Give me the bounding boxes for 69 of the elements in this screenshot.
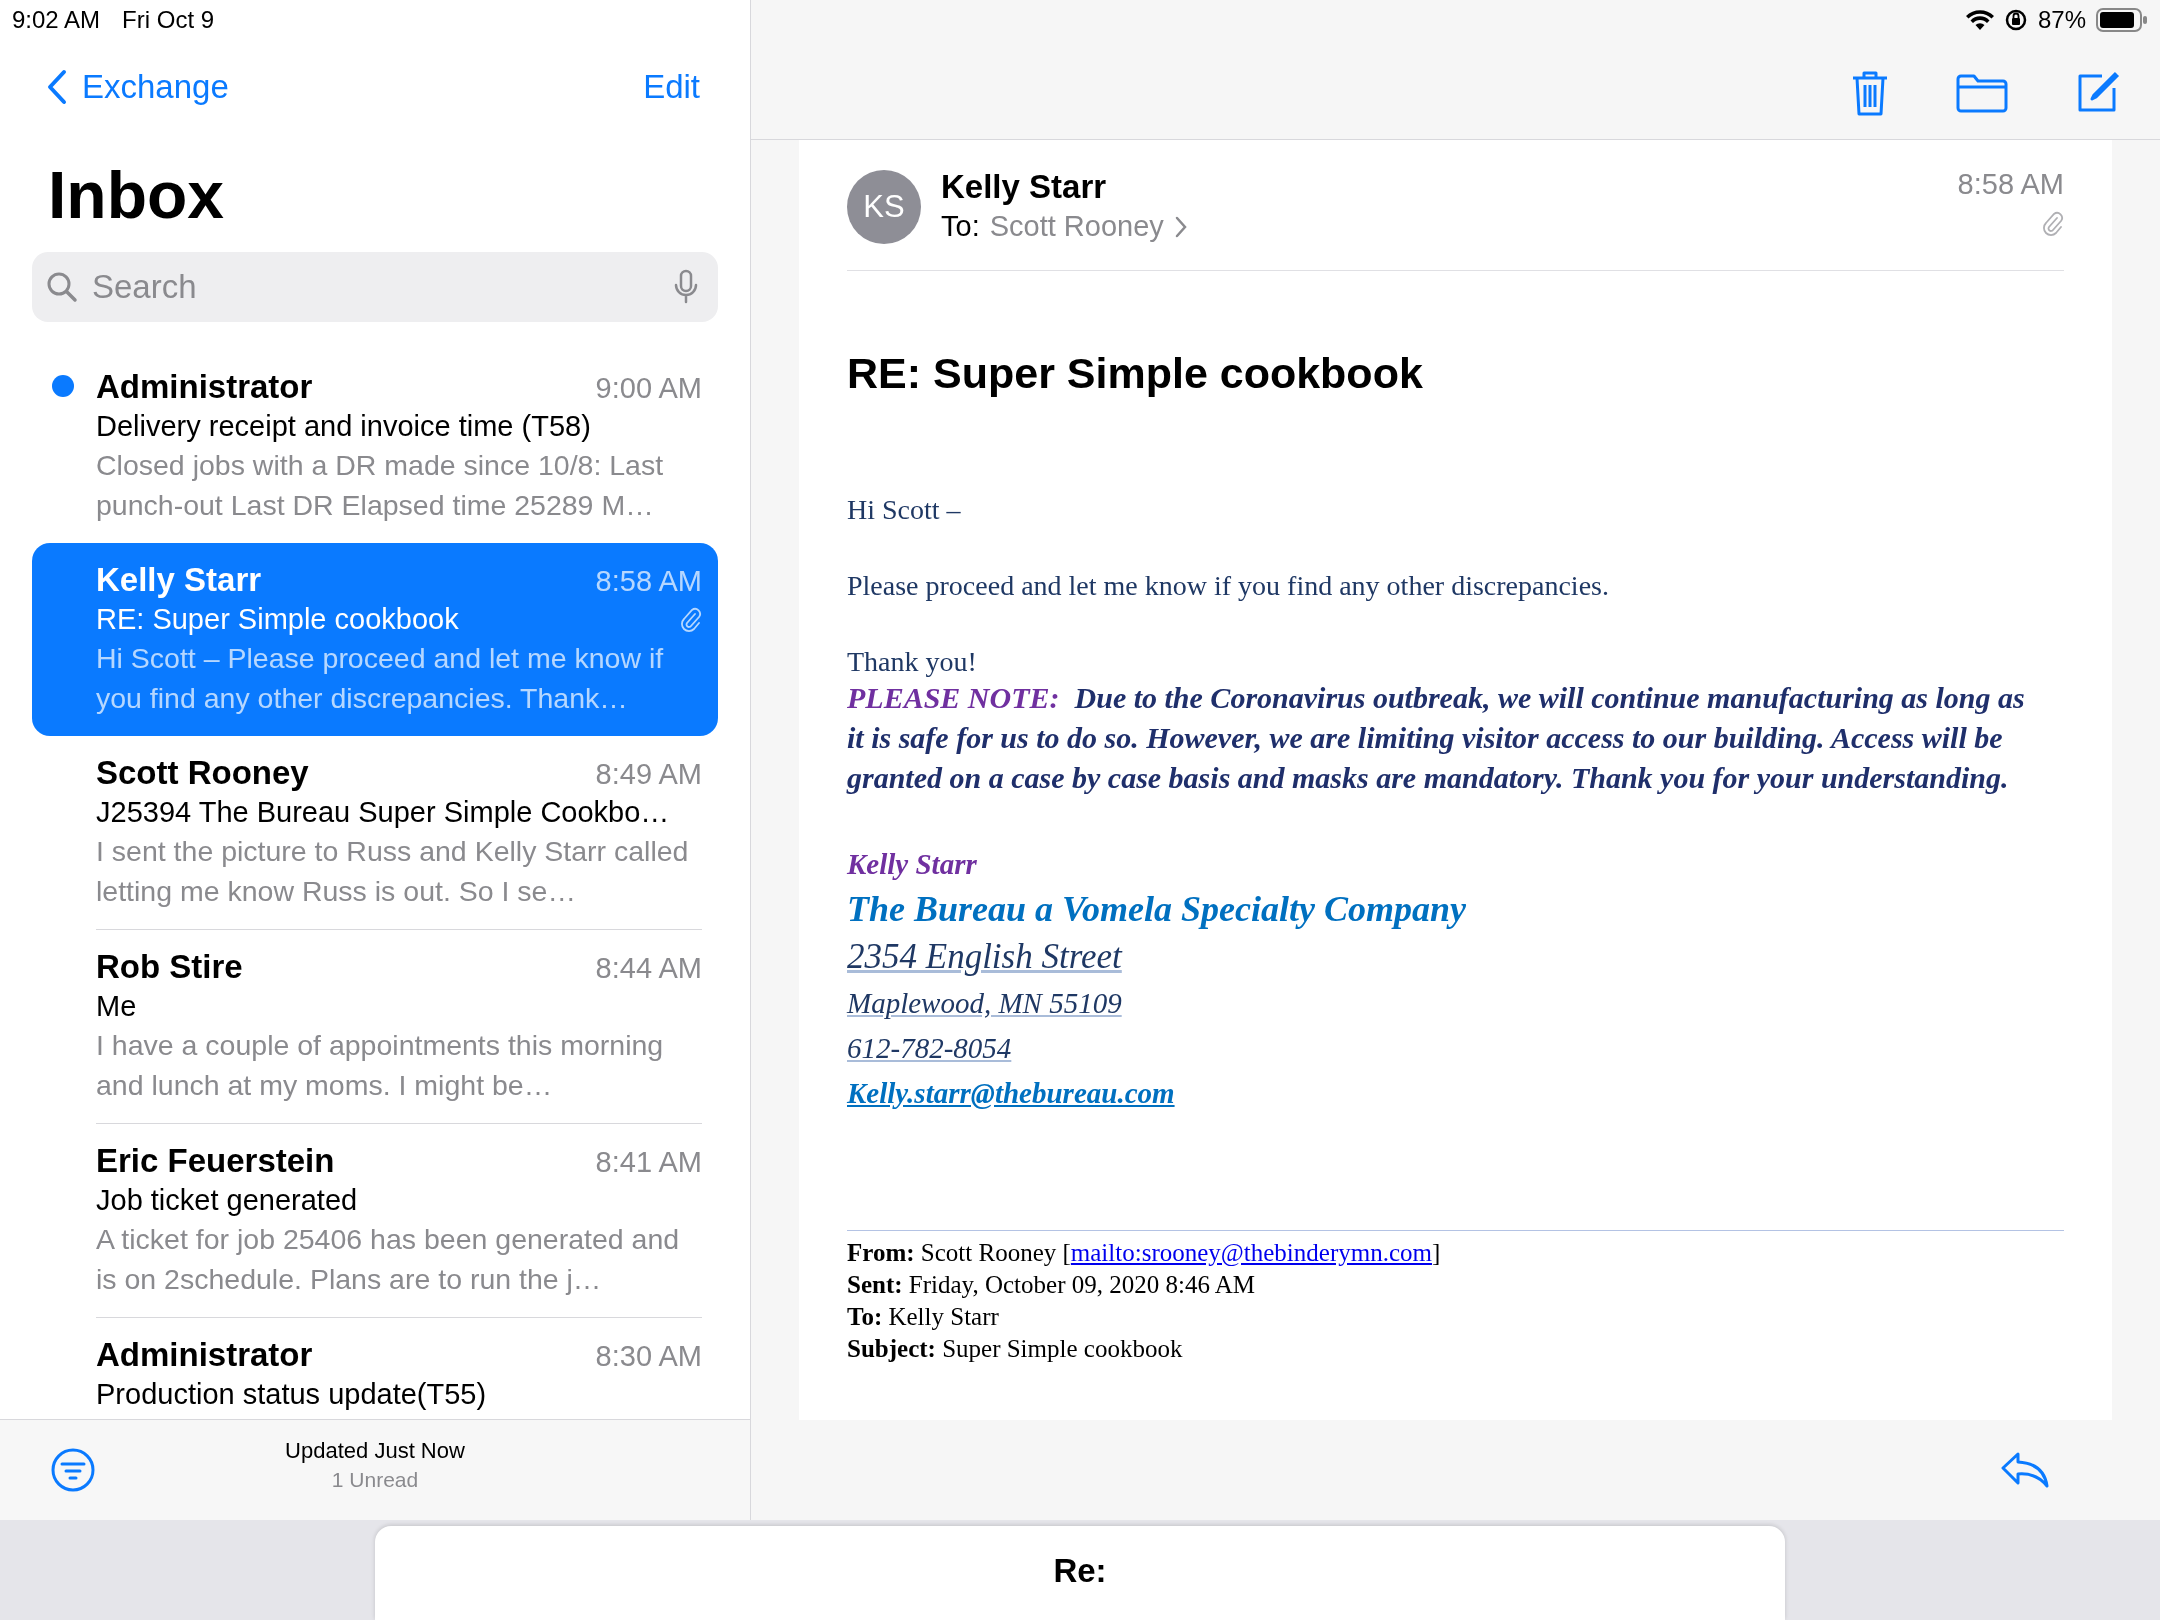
signature-link[interactable]: Kelly.starr@thebureau.com	[847, 1077, 1175, 1109]
message-time: 8:41 AM	[595, 1146, 702, 1179]
microphone-icon[interactable]	[674, 269, 698, 305]
sender-name: Administrator	[96, 1336, 313, 1374]
signature-text: Kelly Starr	[847, 848, 977, 880]
folder-icon[interactable]	[1956, 72, 2008, 113]
message-subject: Production status update(T55)	[96, 1378, 487, 1411]
message-preview: A ticket for job 25406 has been generated and is on 2schedule. Plans are to run the j…	[96, 1222, 681, 1297]
rotation-lock-icon	[2003, 8, 2028, 32]
search-icon	[46, 271, 78, 303]
avatar: KS	[847, 170, 921, 244]
message-time: 8:58 AM	[1957, 168, 2064, 201]
signature-link[interactable]: 612-782-8054	[847, 1032, 1012, 1064]
message-subject: J25394 The Bureau Super Simple Cookbo…	[96, 796, 670, 829]
sender-name: Administrator	[96, 368, 313, 406]
signature-text: The Bureau a Vomela Specialty Company	[847, 889, 1466, 929]
battery-icon	[2096, 8, 2148, 32]
compose-title: Re:	[1053, 1552, 1107, 1591]
chevron-right-icon	[1173, 214, 1188, 239]
message-row[interactable]: Kelly Starr 8:58 AM RE: Super Simple cookbook Hi Scott – Please proceed and let me know if you find any other discrepancies. Thank…	[32, 543, 718, 736]
closing-text: Thank you!	[847, 646, 978, 678]
sender-name: Eric Feuerstein	[96, 1142, 335, 1180]
message-preview: Closed jobs with a DR made since 10/8: Last punch-out Last DR Elapsed time 25289 M…	[96, 448, 665, 523]
message-time: 8:58 AM	[595, 565, 702, 598]
message-preview: I have a couple of appointments this morning and lunch at my moms. I might be…	[96, 1028, 665, 1103]
status-date: Fri Oct 9	[122, 6, 215, 34]
reply-icon[interactable]	[2000, 1450, 2050, 1490]
compose-sheet[interactable]: Re:	[375, 1526, 1785, 1620]
greeting-text: Hi Scott –	[847, 494, 962, 526]
search-field[interactable]: Search	[32, 252, 718, 322]
wifi-icon	[1965, 9, 1994, 31]
quoted-header-line: Sent: Friday, October 09, 2020 8:46 AM	[847, 1270, 1257, 1300]
message-subject: RE: Super Simple cookbook	[847, 349, 1424, 398]
quoted-header-line: To: Kelly Starr	[847, 1302, 1000, 1332]
quoted-header-line: Subject: Super Simple cookbook	[847, 1334, 1184, 1364]
battery-percentage: 87%	[2037, 6, 2086, 34]
back-link[interactable]: Exchange	[46, 68, 229, 106]
message-subject: Delivery receipt and invoice time (T58)	[96, 410, 591, 443]
mailbox-title: Inbox	[48, 157, 225, 234]
message-preview: Hi Scott – Please proceed and let me know if you find any other discrepancies. Thank…	[96, 641, 665, 716]
message-subject: RE: Super Simple cookbook	[96, 603, 459, 636]
message-row[interactable]: Administrator 8:30 AM Production status update(T55)	[32, 1318, 718, 1419]
signature-link[interactable]: 2354 English Street	[847, 937, 1122, 976]
filter-icon[interactable]	[50, 1447, 96, 1493]
quoted-header-line: From: Scott Rooney [mailto:srooney@thebinderymn.com]	[847, 1238, 1442, 1268]
message-subject: Job ticket generated	[96, 1184, 358, 1217]
sender-name: Kelly Starr	[96, 561, 262, 599]
edit-button[interactable]: Edit	[643, 68, 700, 106]
message-row[interactable]: Eric Feuerstein 8:41 AM Job ticket generated A ticket for job 25406 has been generated and is on 2schedule. Plans are to run the j…	[32, 1124, 718, 1318]
sender-name: Kelly Starr	[941, 168, 1108, 206]
recipient-label: To:	[941, 210, 980, 243]
message-row[interactable]: Rob Stire 8:44 AM Me I have a couple of appointments this morning and lunch at my moms. I might be…	[32, 930, 718, 1124]
sender-name: Rob Stire	[96, 948, 243, 986]
message-time: 8:49 AM	[595, 758, 702, 791]
update-status: Updated Just Now	[285, 1438, 465, 1464]
message-subject: Me	[96, 990, 137, 1023]
notice-paragraph: PLEASE NOTE: Due to the Coronavirus outbreak, we will continue manufacturing as long as it is safe for us to do so. However, we are limiting visitor access to our building. Access will be granted on a case by case basis and masks are mandatory. Thank you for your understanding.	[847, 680, 2026, 796]
signature-link[interactable]: Maplewood, MN 55109	[847, 987, 1122, 1019]
message-time: 8:44 AM	[595, 952, 702, 985]
message-time: 8:30 AM	[595, 1340, 702, 1373]
body-paragraph: Please proceed and let me know if you find any other discrepancies.	[847, 570, 1610, 602]
status-time: 9:02 AM	[12, 6, 101, 34]
unread-count: 1 Unread	[331, 1468, 419, 1492]
message-row[interactable]: Scott Rooney 8:49 AM J25394 The Bureau Super Simple Cookbo… I sent the picture to Russ and Kelly Starr called letting me know Russ is out. So I se…	[32, 736, 718, 930]
message-row[interactable]: Administrator 9:00 AM Delivery receipt and invoice time (T58) Closed jobs with a DR made since 10/8: Last punch-out Last DR Elapsed time 25289 M…	[32, 350, 718, 543]
message-time: 9:00 AM	[595, 372, 702, 405]
sender-name: Scott Rooney	[96, 754, 309, 792]
chevron-left-icon	[46, 69, 68, 105]
message-preview: I sent the picture to Russ and Kelly Starr called letting me know Russ is out. So I se…	[96, 834, 690, 909]
